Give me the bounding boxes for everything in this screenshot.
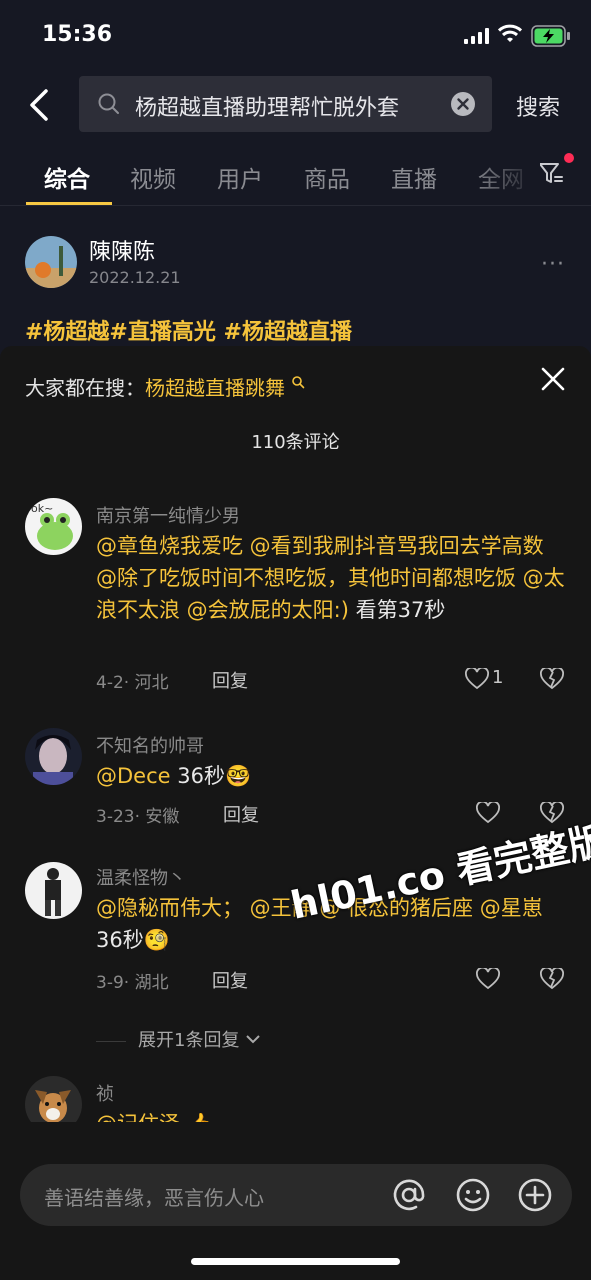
expand-divider — [96, 1040, 126, 1042]
post-hashtags[interactable]: #杨超越#直播高光 #杨超越直播 — [25, 314, 352, 346]
commenter-avatar[interactable] — [25, 862, 82, 919]
close-icon[interactable] — [540, 366, 566, 392]
expand-replies-label: 展开1条回复 — [138, 1030, 240, 1051]
tab-videos[interactable]: 视频 — [130, 160, 176, 194]
thinking-face-emoji: 🧐 — [143, 928, 170, 952]
comment-input-placeholder: 善语结善缘，恶言伤人心 — [44, 1186, 264, 1210]
status-time: 15:36 — [42, 22, 113, 47]
post-author-name[interactable]: 陳陳陈 — [89, 234, 155, 266]
tab-all[interactable]: 综合 — [44, 160, 90, 194]
comment-meta: 3-9· 湖北 — [96, 973, 169, 993]
expand-replies-button[interactable]: 展开1条回复 — [96, 1026, 261, 1052]
tab-products[interactable]: 商品 — [304, 160, 350, 194]
battery-charging-icon — [531, 25, 570, 47]
comment-body: 36秒 — [170, 764, 225, 788]
post-author-avatar[interactable] — [25, 236, 77, 288]
emoji-icon[interactable] — [456, 1178, 490, 1212]
search-icon — [98, 93, 119, 114]
search-button[interactable]: 搜索 — [516, 90, 560, 122]
commenter-name[interactable]: 不知名的帅哥 — [96, 732, 204, 758]
comment-mentions[interactable]: @章鱼烧我爱吃 @看到我刷抖音骂我回去学高数 @除了吃饭时间不想吃饭，其他时间都… — [96, 534, 565, 622]
comment-input[interactable]: 善语结善缘，恶言伤人心 — [20, 1164, 572, 1226]
mention-icon[interactable] — [392, 1178, 426, 1212]
reply-button[interactable]: 回复 — [223, 801, 259, 827]
dislike-icon[interactable] — [540, 968, 564, 990]
heart-icon[interactable] — [476, 802, 500, 824]
nerd-face-emoji: 🤓 — [224, 764, 252, 788]
heart-icon[interactable] — [476, 968, 500, 990]
post-date: 2022.12.21 — [89, 268, 181, 287]
search-query: 杨超越直播助理帮忙脱外套 — [135, 96, 400, 121]
comment-input-bar: 善语结善缘，恶言伤人心 — [0, 1122, 591, 1280]
wifi-icon — [498, 24, 522, 42]
comment-body: 看第37秒 — [348, 598, 446, 622]
add-icon[interactable] — [518, 1178, 552, 1212]
commenter-name[interactable]: 祯 — [96, 1080, 114, 1106]
hot-search-keyword[interactable]: 杨超越直播跳舞 — [145, 376, 285, 400]
commenter-avatar[interactable] — [25, 728, 82, 785]
tab-live[interactable]: 直播 — [391, 160, 437, 194]
comment-text: @Dece 36秒🤓 — [96, 760, 566, 792]
like-count: 1 — [492, 667, 504, 688]
chevron-down-icon — [246, 1035, 260, 1044]
comment-count: 110条评论 — [251, 432, 340, 453]
comment-text: @章鱼烧我爱吃 @看到我刷抖音骂我回去学高数 @除了吃饭时间不想吃饭，其他时间都… — [96, 530, 566, 626]
back-arrow-icon[interactable] — [26, 88, 54, 122]
filter-badge-dot — [564, 153, 574, 163]
tabs-fade — [470, 150, 540, 200]
commenter-avatar[interactable]: ok~ — [25, 498, 82, 555]
filter-icon[interactable] — [538, 162, 564, 186]
cellular-signal-icon — [464, 28, 489, 44]
search-input[interactable]: 杨超越直播助理帮忙脱外套 — [79, 76, 492, 132]
status-bar: 15:36 — [0, 0, 591, 70]
comment-meta: 3-23· 安徽 — [96, 807, 180, 827]
reply-button[interactable]: 回复 — [212, 667, 248, 693]
dislike-icon[interactable] — [540, 668, 564, 690]
commenter-name[interactable]: 温柔怪物丶 — [96, 864, 186, 890]
comment-body: 36秒 — [96, 928, 144, 952]
commenter-name[interactable]: 南京第一纯情少男 — [96, 502, 240, 528]
svg-text:ok~: ok~ — [31, 502, 53, 515]
more-icon[interactable]: ··· — [541, 252, 565, 277]
home-indicator[interactable] — [191, 1258, 400, 1265]
heart-icon[interactable] — [465, 668, 489, 690]
hot-search-bar[interactable]: 大家都在搜：杨超越直播跳舞 — [25, 372, 305, 401]
hot-search-label: 大家都在搜： — [25, 376, 145, 400]
comment-mentions[interactable]: @Dece — [96, 764, 171, 788]
tab-users[interactable]: 用户 — [217, 160, 263, 194]
search-icon — [292, 376, 305, 389]
divider — [0, 205, 591, 206]
reply-button[interactable]: 回复 — [212, 967, 248, 993]
clear-icon[interactable] — [451, 92, 475, 116]
comment-meta: 4-2· 河北 — [96, 673, 169, 693]
